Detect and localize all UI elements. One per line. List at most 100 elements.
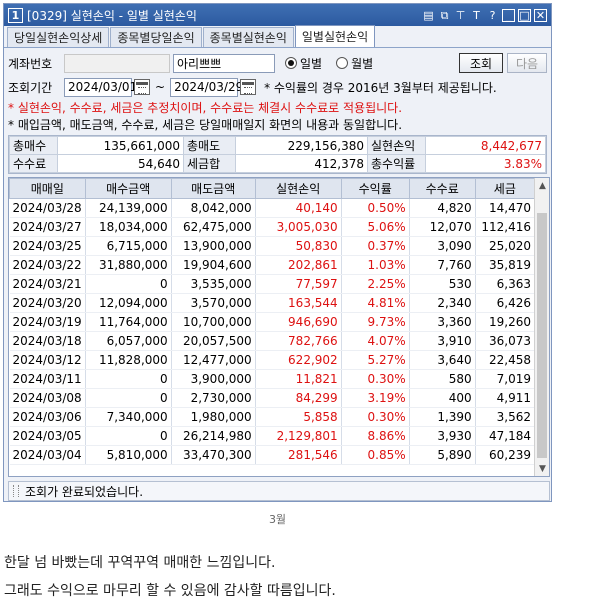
cell-tax: 14,470: [475, 198, 536, 218]
radio-monthly-label: 월별: [351, 56, 374, 71]
close-icon[interactable]: ✕: [534, 8, 547, 22]
cell-pnl: 40,140: [255, 198, 342, 218]
cell-date: 2024/03/18: [9, 331, 86, 351]
cell-tax: 112,416: [475, 217, 536, 237]
save-icon[interactable]: ▤: [422, 9, 435, 22]
copy-icon[interactable]: ⧉: [438, 9, 451, 22]
table-row[interactable]: 2024/03/19 11,764,000 10,700,000 946,690 9.7…: [9, 312, 536, 332]
table-row[interactable]: 2024/03/18 6,057,000 20,057,500 782,766 4.07…: [9, 331, 536, 351]
cell-tax: 25,020: [475, 236, 536, 256]
cell-sell: 2,730,000: [171, 388, 256, 408]
tab-realized-by-stock[interactable]: 종목별실현손익: [202, 27, 294, 47]
status-text: 조회가 완료되었습니다.: [25, 484, 144, 499]
fee-value: 54,640: [57, 154, 184, 173]
table-row[interactable]: 2024/03/22 31,880,000 19,904,600 202,861 1.0…: [9, 255, 536, 275]
cell-date: 2024/03/06: [9, 407, 86, 427]
cell-pnl: 782,766: [255, 331, 342, 351]
cell-fee: 3,090: [409, 236, 476, 256]
table-row[interactable]: 2024/03/20 12,094,000 3,570,000 163,544 4.81…: [9, 293, 536, 313]
tab-today-by-stock[interactable]: 종목별당일손익: [110, 27, 202, 47]
table-row[interactable]: 2024/03/27 18,034,000 62,475,000 3,005,030 5…: [9, 217, 536, 237]
cell-yield: 8.86%: [341, 426, 410, 446]
total-sell-label: 총매도: [183, 136, 236, 155]
font-icon[interactable]: T: [470, 9, 483, 22]
table-row[interactable]: 2024/03/06 7,340,000 1,980,000 5,858 0.30% 1,…: [9, 407, 536, 427]
cell-buy: 12,094,000: [85, 293, 172, 313]
table-row[interactable]: 2024/03/12 11,828,000 12,477,000 622,902 5.2…: [9, 350, 536, 370]
table-row[interactable]: 2024/03/08 0 2,730,000 84,299 3.19% 400 4,911: [9, 388, 536, 408]
scroll-down-icon[interactable]: ▼: [535, 461, 549, 476]
cell-buy: 11,828,000: [85, 350, 172, 370]
cell-tax: 22,458: [475, 350, 536, 370]
window-title: [0329] 실현손익 - 일별 실현손익: [27, 8, 197, 23]
yield-note: * 수익률의 경우 2016년 3월부터 제공됩니다.: [264, 80, 497, 95]
cell-date: 2024/03/12: [9, 350, 86, 370]
cell-pnl: 622,902: [255, 350, 342, 370]
col-header-fee[interactable]: 수수료: [408, 178, 476, 199]
cell-yield: 5.27%: [341, 350, 410, 370]
cell-buy: 11,764,000: [85, 312, 172, 332]
cell-date: 2024/03/08: [9, 388, 86, 408]
table-row[interactable]: 2024/03/25 6,715,000 13,900,000 50,830 0.37%…: [9, 236, 536, 256]
col-header-sell[interactable]: 매도금액: [170, 178, 256, 199]
scroll-up-icon[interactable]: ▲: [535, 178, 549, 193]
next-button[interactable]: 다음: [507, 53, 547, 73]
col-header-buy[interactable]: 매수금액: [84, 178, 172, 199]
cell-fee: 5,890: [409, 445, 476, 465]
account-name-field: 아리쁘쁘: [173, 53, 275, 73]
date-from-input[interactable]: 2024/03/01: [64, 77, 137, 97]
scroll-thumb[interactable]: [537, 213, 547, 458]
same-data-note: * 매입금액, 매도금액, 수수료, 세금은 당일매매일지 화면의 내용과 동일…: [8, 118, 403, 132]
cell-sell: 1,980,000: [171, 407, 256, 427]
tab-bar: 당일실현손익상세 종목별당일손익 종목별실현손익 일별실현손익: [4, 25, 551, 48]
help-icon[interactable]: ?: [486, 9, 499, 22]
cell-tax: 6,426: [475, 293, 536, 313]
title-bar[interactable]: 1 [0329] 실현손익 - 일별 실현손익 ▤ ⧉ ⊤ T ? _ □ ✕: [4, 4, 551, 26]
table-row[interactable]: 2024/03/05 0 26,214,980 2,129,801 8.86% 3,930…: [9, 426, 536, 446]
cell-yield: 1.03%: [341, 255, 410, 275]
col-header-date[interactable]: 매매일: [9, 178, 86, 199]
tab-today-detail[interactable]: 당일실현손익상세: [7, 27, 110, 47]
col-header-pnl[interactable]: 실현손익: [254, 178, 342, 199]
cell-fee: 530: [409, 274, 476, 294]
cell-sell: 13,900,000: [171, 236, 256, 256]
cell-fee: 7,760: [409, 255, 476, 275]
cell-fee: 400: [409, 388, 476, 408]
calendar-icon[interactable]: [134, 79, 150, 95]
status-bar: 조회가 완료되었습니다.: [8, 481, 550, 501]
radio-monthly[interactable]: 월별: [336, 55, 373, 72]
date-to-input[interactable]: 2024/03/29: [170, 77, 243, 97]
table-row[interactable]: 2024/03/28 24,139,000 8,042,000 40,140 0.50%…: [9, 198, 536, 218]
col-header-yield[interactable]: 수익률: [340, 178, 410, 199]
summary-row: 총매수 135,661,000 총매도 229,156,380 실현손익 8,4…: [9, 136, 546, 155]
cell-date: 2024/03/27: [9, 217, 86, 237]
cell-pnl: 281,546: [255, 445, 342, 465]
cell-sell: 3,570,000: [171, 293, 256, 313]
cell-buy: 18,034,000: [85, 217, 172, 237]
calendar-icon[interactable]: [240, 79, 257, 95]
table-row[interactable]: 2024/03/21 0 3,535,000 77,597 2.25% 530 6,363: [9, 274, 536, 294]
query-button[interactable]: 조회: [459, 53, 503, 73]
col-header-tax[interactable]: 세금: [474, 178, 536, 199]
blog-line-1: 한달 넘 바빴는데 꾸역꾸역 매매한 느낌입니다.: [4, 555, 276, 571]
pin-icon[interactable]: ⊤: [454, 9, 467, 22]
table-row[interactable]: 2024/03/11 0 3,900,000 11,821 0.30% 580 7,019: [9, 369, 536, 389]
table-row[interactable]: 2024/03/04 5,810,000 33,470,300 281,546 0.85…: [9, 445, 536, 465]
maximize-icon[interactable]: □: [518, 8, 531, 22]
minimize-icon[interactable]: _: [502, 8, 515, 22]
account-number-input[interactable]: [64, 53, 170, 73]
grid-scrollbar[interactable]: ▲ ▼: [534, 178, 549, 476]
total-sell-value: 229,156,380: [235, 136, 368, 155]
radio-monthly-dot: [336, 57, 349, 69]
radio-daily-dot: [285, 57, 297, 69]
cell-tax: 6,363: [475, 274, 536, 294]
cell-yield: 0.30%: [341, 407, 410, 427]
grip-icon: [13, 485, 19, 497]
tax-label: 세금합: [183, 154, 236, 173]
daily-pnl-grid[interactable]: 매매일 매수금액 매도금액 실현손익 수익률 수수료 세금 2024/03/28…: [8, 177, 550, 477]
radio-daily[interactable]: 일별: [285, 55, 322, 72]
tab-daily-realized[interactable]: 일별실현손익: [294, 25, 376, 47]
cell-buy: 0: [85, 274, 172, 294]
cell-yield: 0.30%: [341, 369, 410, 389]
total-yield-value: 3.83%: [425, 154, 546, 173]
